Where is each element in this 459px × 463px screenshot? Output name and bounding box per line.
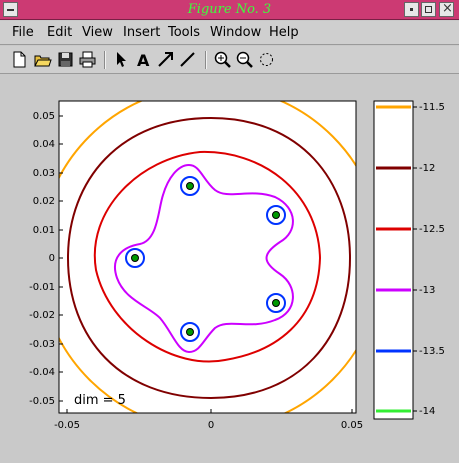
contour-level-14 (186, 328, 194, 336)
title-bar: Figure No. 3 (0, 0, 459, 20)
figure-canvas: 0.05 0.04 0.03 0.02 0.01 0 -0.01 -0.02 -… (29, 100, 445, 431)
menu-help[interactable]: Help (269, 25, 299, 40)
contour-level-14 (186, 182, 194, 190)
y-tick-label: -0.05 (29, 396, 55, 407)
colorbar-label: -12.5 (419, 224, 445, 235)
y-tick-label: 0 (49, 253, 55, 264)
window-title: Figure No. 3 (187, 2, 272, 17)
y-tick-label: 0.02 (33, 196, 55, 207)
figure-area: 0.05 0.04 0.03 0.02 0.01 0 -0.01 -0.02 -… (0, 75, 459, 463)
y-tick-label: -0.01 (29, 282, 55, 293)
zoom-in-icon[interactable] (213, 50, 232, 69)
arrow-line-icon[interactable] (156, 50, 175, 69)
svg-text:A: A (137, 51, 150, 69)
toolbar-separator (104, 51, 106, 69)
axes-background (59, 101, 356, 413)
y-tick-label: 0.05 (33, 111, 55, 122)
y-tick-label: -0.02 (29, 310, 55, 321)
x-tick-label: 0.05 (341, 420, 363, 431)
menu-edit[interactable]: Edit (47, 25, 72, 40)
x-tick-label: 0 (208, 420, 214, 431)
rotate-icon[interactable] (257, 50, 276, 69)
toolbar-separator (205, 51, 207, 69)
colorbar: -11.5 -12 -12.5 -13 -13.5 -14 (373, 100, 445, 420)
y-tick-label: -0.04 (29, 367, 55, 378)
minimize-button[interactable] (404, 2, 419, 17)
colorbar-label: -13.5 (419, 346, 445, 357)
text-icon[interactable]: A (134, 50, 153, 69)
save-icon[interactable] (56, 50, 75, 69)
maximize-button[interactable] (421, 2, 436, 17)
menu-insert[interactable]: Insert (123, 25, 160, 40)
contour-level-14 (131, 254, 139, 262)
dimension-annotation: dim = 5 (74, 393, 126, 408)
print-icon[interactable] (78, 50, 97, 69)
arrow-icon[interactable] (112, 50, 131, 69)
y-tick-label: 0.04 (33, 139, 55, 150)
y-tick-label: -0.03 (29, 339, 55, 350)
y-tick-label: 0.03 (33, 168, 55, 179)
contour-level-14 (272, 299, 280, 307)
zoom-out-icon[interactable] (235, 50, 254, 69)
menu-window[interactable]: Window (210, 25, 261, 40)
line-icon[interactable] (178, 50, 197, 69)
menu-tools[interactable]: Tools (168, 25, 200, 40)
y-axis: 0.05 0.04 0.03 0.02 0.01 0 -0.01 -0.02 -… (29, 111, 63, 407)
close-button[interactable] (439, 1, 454, 17)
new-icon[interactable] (10, 50, 29, 69)
y-tick-label: 0.01 (33, 225, 55, 236)
colorbar-label: -12 (419, 163, 435, 174)
menu-view[interactable]: View (82, 25, 113, 40)
contour-level-14 (272, 211, 280, 219)
x-tick-label: -0.05 (54, 420, 80, 431)
colorbar-frame (373, 100, 414, 420)
open-icon[interactable] (33, 50, 52, 69)
colorbar-label: -13 (419, 285, 435, 296)
colorbar-label: -11.5 (419, 102, 445, 113)
colorbar-label: -14 (419, 406, 435, 417)
menu-file[interactable]: File (12, 25, 34, 40)
toolbar: A (0, 46, 459, 74)
menu-bar: File Edit View Insert Tools Window Help (0, 21, 459, 45)
